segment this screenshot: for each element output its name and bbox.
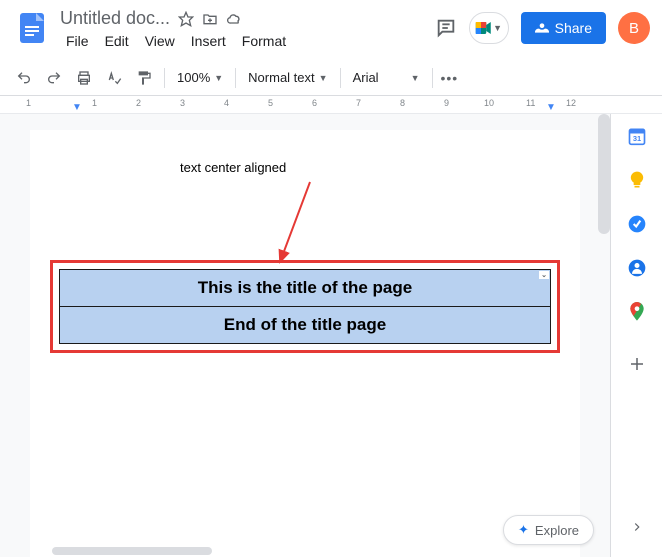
print-icon[interactable] (72, 66, 96, 90)
chevron-down-icon: ▼ (493, 23, 502, 33)
font-select[interactable]: Arial▼ (349, 68, 424, 87)
cloud-icon[interactable] (226, 11, 242, 27)
more-icon[interactable]: ••• (441, 70, 459, 86)
menu-file[interactable]: File (60, 31, 95, 51)
menu-bar: File Edit View Insert Format (60, 31, 435, 51)
menu-format[interactable]: Format (236, 31, 292, 51)
table-cell[interactable]: This is the title of the page⌄ (60, 270, 551, 307)
scrollbar-horizontal[interactable] (52, 547, 212, 555)
menu-edit[interactable]: Edit (99, 31, 135, 51)
annotation-text: text center aligned (180, 160, 286, 175)
highlight-box: This is the title of the page⌄ End of th… (50, 260, 560, 353)
share-label: Share (555, 20, 592, 36)
comments-icon[interactable] (435, 17, 457, 39)
divider (164, 68, 165, 88)
contacts-icon[interactable] (627, 258, 647, 278)
scrollbar-vertical[interactable] (598, 114, 610, 234)
divider (432, 68, 433, 88)
format-paint-icon[interactable] (132, 66, 156, 90)
indent-marker[interactable]: ▼ (72, 102, 82, 113)
document-title[interactable]: Untitled doc... (60, 8, 170, 29)
share-button[interactable]: Share (521, 12, 606, 44)
zoom-select[interactable]: 100%▼ (173, 68, 227, 87)
annotation-arrow (270, 180, 330, 270)
explore-icon: ✦ (518, 522, 529, 538)
undo-icon[interactable] (12, 66, 36, 90)
collapse-panel-icon[interactable] (630, 520, 644, 539)
menu-view[interactable]: View (139, 31, 181, 51)
calendar-icon[interactable]: 31 (627, 126, 647, 146)
content-table[interactable]: This is the title of the page⌄ End of th… (59, 269, 551, 344)
spellcheck-icon[interactable] (102, 66, 126, 90)
divider (340, 68, 341, 88)
table-cell[interactable]: End of the title page (60, 307, 551, 344)
style-select[interactable]: Normal text▼ (244, 68, 331, 87)
explore-button[interactable]: ✦ Explore (503, 515, 594, 545)
explore-label: Explore (535, 523, 579, 538)
indent-marker[interactable]: ▼ (546, 102, 556, 113)
docs-logo[interactable] (12, 8, 52, 48)
redo-icon[interactable] (42, 66, 66, 90)
page[interactable]: text center aligned This is the title of… (30, 130, 580, 557)
keep-icon[interactable] (627, 170, 647, 190)
star-icon[interactable] (178, 11, 194, 27)
ruler[interactable]: 1 ▼ 1 2 3 4 5 6 7 8 9 10 11 ▼ 12 (0, 96, 662, 114)
divider (235, 68, 236, 88)
side-panel: 31 (610, 114, 662, 557)
add-icon[interactable] (627, 354, 647, 374)
menu-insert[interactable]: Insert (185, 31, 232, 51)
svg-text:31: 31 (632, 134, 640, 143)
meet-button[interactable]: ▼ (469, 12, 509, 44)
tasks-icon[interactable] (627, 214, 647, 234)
toolbar: 100%▼ Normal text▼ Arial▼ ••• (0, 60, 662, 96)
document-area[interactable]: text center aligned This is the title of… (0, 114, 610, 557)
move-icon[interactable] (202, 11, 218, 27)
avatar[interactable]: B (618, 12, 650, 44)
cell-menu-icon[interactable]: ⌄ (539, 271, 549, 279)
maps-icon[interactable] (627, 302, 647, 322)
